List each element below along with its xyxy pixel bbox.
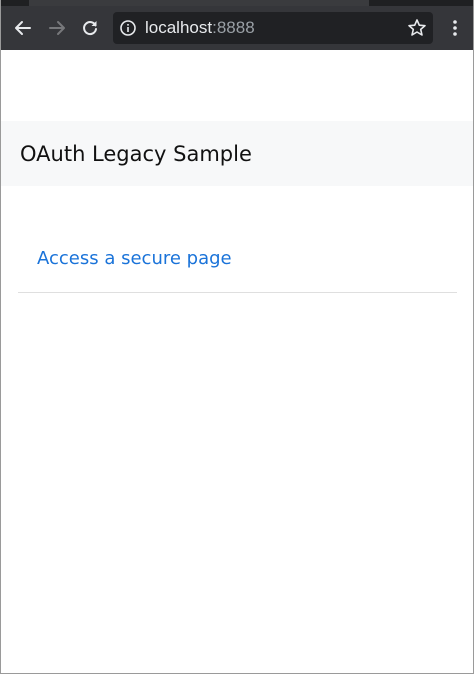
- back-button[interactable]: [9, 14, 37, 42]
- back-arrow-icon: [15, 21, 31, 35]
- star-icon[interactable]: [407, 18, 427, 38]
- browser-toolbar: localhost:8888: [1, 6, 473, 50]
- navbar-brand[interactable]: OAuth Legacy Sample: [20, 141, 252, 167]
- list-item: Access a secure page: [18, 236, 457, 293]
- secure-page-link[interactable]: Access a secure page: [37, 248, 232, 270]
- browser-menu-button[interactable]: [445, 14, 465, 42]
- browser-window: localhost:8888 OAuth Legacy Sample Acces…: [0, 0, 474, 674]
- forward-arrow-icon: [49, 21, 65, 35]
- page-viewport: OAuth Legacy Sample Access a secure page: [1, 50, 473, 673]
- address-bar[interactable]: localhost:8888: [113, 12, 433, 44]
- url-port: :8888: [212, 18, 255, 37]
- url-host: localhost: [145, 18, 213, 37]
- kebab-menu-icon: [453, 20, 457, 36]
- navbar: OAuth Legacy Sample: [1, 121, 473, 186]
- forward-button[interactable]: [43, 14, 71, 42]
- info-icon[interactable]: [120, 20, 136, 36]
- reload-icon: [83, 21, 97, 36]
- reload-button[interactable]: [76, 14, 104, 42]
- url-text[interactable]: localhost:8888: [145, 18, 255, 38]
